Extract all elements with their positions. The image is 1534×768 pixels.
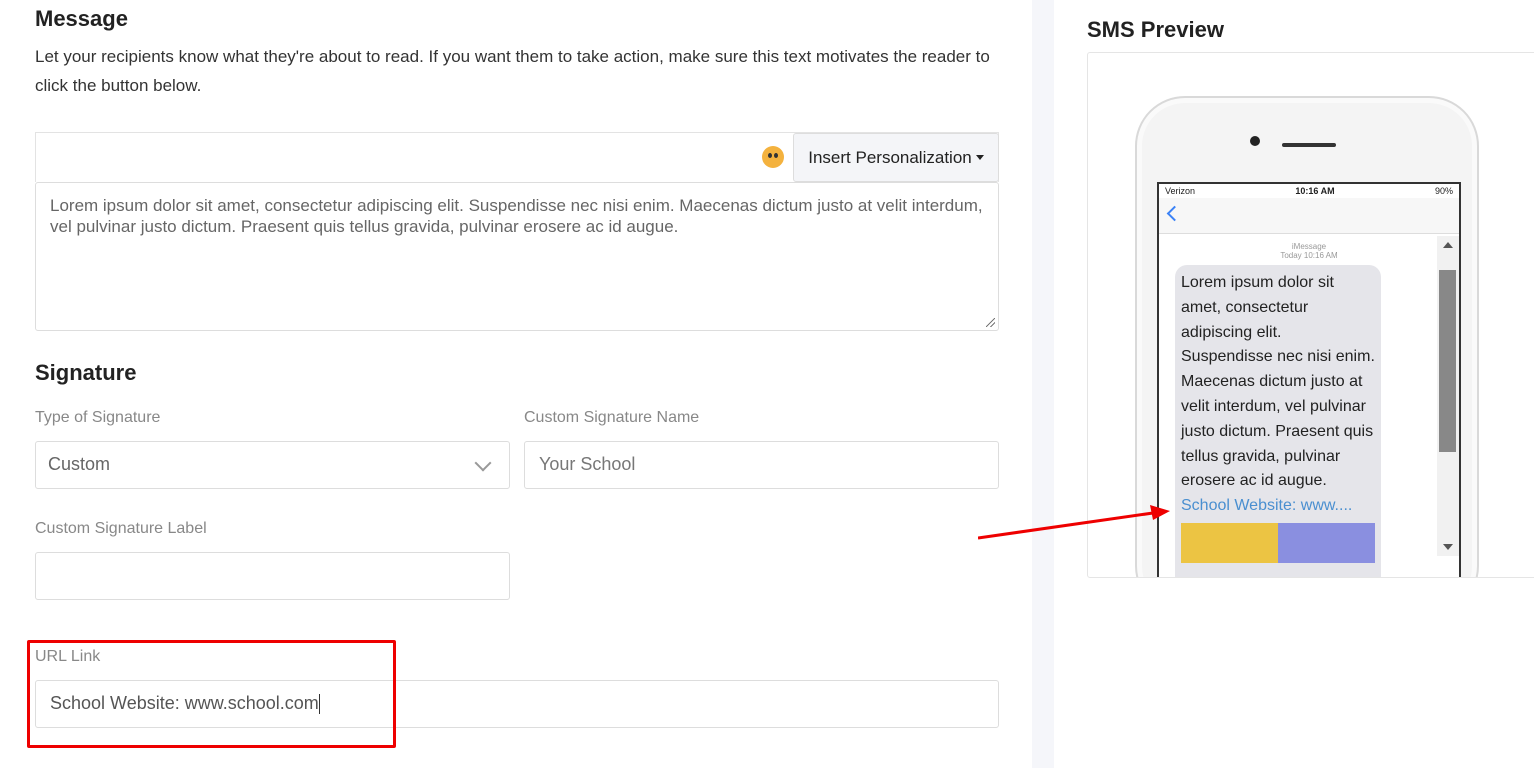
caret-down-icon (975, 155, 984, 160)
message-heading: Message (35, 6, 128, 31)
imessage-header: iMessage Today 10:16 AM (1159, 242, 1459, 260)
scroll-down-icon[interactable] (1443, 544, 1453, 550)
custom-signature-name-input[interactable]: Your School (524, 441, 999, 489)
imessage-label: iMessage (1291, 242, 1327, 251)
carrier-text: Verizon (1165, 186, 1196, 196)
panel-divider (1032, 0, 1054, 768)
message-bubble: Lorem ipsum dolor sit amet, consectetur … (1175, 265, 1381, 577)
type-of-signature-select[interactable]: Custom (35, 441, 510, 489)
phone-screen: Verizon 10:16 AM 90% iMessage Today 10:16 A… (1157, 182, 1461, 577)
custom-signature-name-placeholder: Your School (539, 454, 636, 474)
emoji-icon[interactable] (762, 146, 784, 168)
message-editor-panel: Message Let your recipients know what th… (0, 0, 1032, 768)
chevron-down-icon (474, 454, 492, 472)
insert-personalization-label: Insert Personalization (808, 147, 972, 167)
status-time: 10:16 AM (1295, 186, 1335, 196)
insert-personalization-button[interactable]: Insert Personalization (793, 133, 999, 182)
resize-handle-icon[interactable] (986, 318, 995, 327)
sms-preview-card: Verizon 10:16 AM 90% iMessage Today 10:16 A… (1087, 52, 1534, 578)
scrollbar-thumb[interactable] (1439, 270, 1456, 452)
status-bar: Verizon 10:16 AM 90% (1159, 184, 1459, 198)
imessage-nav (1159, 198, 1459, 234)
preview-scrollbar[interactable] (1437, 236, 1459, 556)
battery-text: 90% (1434, 186, 1453, 196)
highlight-annotation-box (27, 640, 396, 748)
message-description: Let your recipients know what they're ab… (35, 47, 990, 95)
bubble-image (1181, 522, 1375, 563)
custom-signature-name-label: Custom Signature Name (524, 409, 700, 426)
camera-icon (1250, 136, 1260, 146)
type-of-signature-value: Custom (48, 454, 111, 474)
imessage-timestamp: Today 10:16 AM (1280, 251, 1338, 260)
message-textarea[interactable]: Lorem ipsum dolor sit amet, consectetur … (35, 182, 999, 331)
phone-mockup: Verizon 10:16 AM 90% iMessage Today 10:16 A… (1135, 96, 1479, 577)
bubble-link: School Website: www.... (1181, 497, 1353, 515)
custom-signature-label-label: Custom Signature Label (35, 520, 207, 537)
back-chevron-icon (1166, 205, 1183, 222)
message-toolbar: Insert Personalization (35, 132, 999, 182)
annotation-arrow (978, 505, 1170, 540)
bubble-text: Lorem ipsum dolor sit amet, consectetur … (1181, 274, 1375, 490)
signature-heading: Signature (35, 360, 137, 385)
sms-preview-heading: SMS Preview (1087, 17, 1224, 42)
message-text: Lorem ipsum dolor sit amet, consectetur … (50, 196, 983, 236)
type-of-signature-label: Type of Signature (35, 409, 161, 426)
speaker-icon (1282, 143, 1336, 147)
custom-signature-label-input[interactable] (35, 552, 510, 600)
scroll-up-icon[interactable] (1443, 242, 1453, 248)
